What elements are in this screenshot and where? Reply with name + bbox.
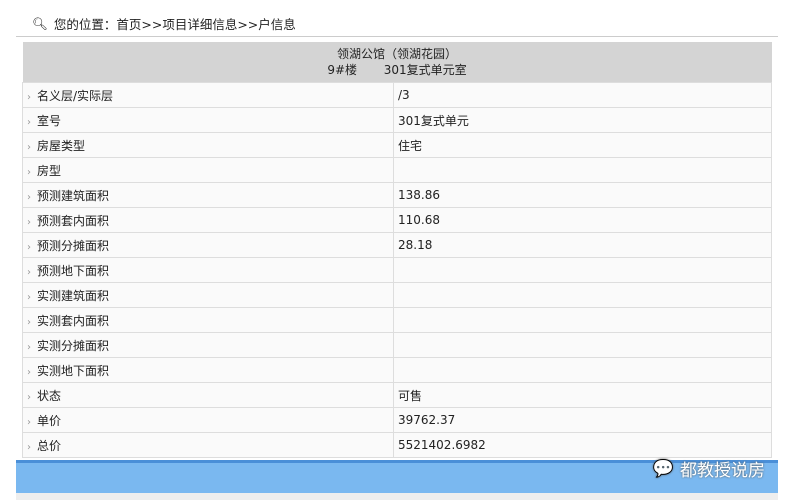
field-value: 28.18 [393,232,772,258]
field-value: 住宅 [393,132,772,158]
breadcrumb: 🔍︎ 您的位置： 首页>>项目详细信息>>户信息 [32,14,296,33]
field-label: › 名义层/实际层 [22,82,394,108]
chevron-right-icon: › [27,141,31,153]
field-value [393,307,772,333]
field-label: › 总价 [22,432,394,458]
chevron-right-icon: › [27,441,31,453]
table-row: › 实测分摊面积 [22,332,772,358]
wechat-icon: 💬 [652,458,674,479]
field-label: › 实测套内面积 [22,307,394,333]
breadcrumb-label: 您的位置： [53,17,117,32]
field-value [393,257,772,283]
table-row: › 房型 [22,157,772,183]
chevron-right-icon: › [27,116,31,128]
field-value: /3 [393,82,772,108]
field-value [393,357,772,383]
chevron-right-icon: › [27,316,31,328]
chevron-right-icon: › [27,191,31,203]
chevron-right-icon: › [27,341,31,353]
field-label-text: 室号 [37,113,62,128]
field-label: › 室号 [22,107,394,133]
chevron-right-icon: › [27,216,31,228]
field-value: 110.68 [393,207,772,233]
table-row: › 实测地下面积 [22,357,772,383]
field-value [393,157,772,183]
table-row: › 单价 39762.37 [22,407,772,433]
field-label-text: 实测套内面积 [37,313,110,328]
field-label: › 状态 [22,382,394,408]
divider [16,36,778,37]
field-label-text: 单价 [37,413,62,428]
field-value [393,282,772,308]
field-label-text: 状态 [37,388,62,403]
project-name: 领湖公馆（领湖花园） [336,47,457,61]
field-label: › 预测套内面积 [22,207,394,233]
field-label: › 房屋类型 [22,132,394,158]
table-row: › 房屋类型 住宅 [22,132,772,158]
field-label-text: 房型 [37,163,62,178]
table-row: › 室号 301复式单元 [22,107,772,133]
field-value: 5521402.6982 [393,432,772,458]
field-label-text: 实测建筑面积 [37,288,110,303]
field-value [393,332,772,358]
field-label: › 单价 [22,407,394,433]
breadcrumb-path[interactable]: 首页>>项目详细信息>>户信息 [116,14,295,33]
field-label: › 预测地下面积 [22,257,394,283]
room-name: 301复式单元室 [383,63,467,77]
table-row: › 实测套内面积 [22,307,772,333]
chevron-right-icon: › [27,366,31,378]
table-row: › 预测地下面积 [22,257,772,283]
building-name: 9#楼 [327,63,358,77]
chevron-right-icon: › [27,291,31,303]
field-value: 301复式单元 [393,107,772,133]
field-value: 138.86 [393,182,772,208]
chevron-right-icon: › [27,241,31,253]
field-label-text: 总价 [37,438,62,453]
table-row: › 总价 5521402.6982 [22,432,772,458]
chevron-right-icon: › [27,91,31,103]
unit-info-table: 领湖公馆（领湖花园） 9#楼 301复式单元室 › 名义层/实际层/3 › 室号 301… [22,42,772,458]
table-row: › 预测套内面积 110.68 [22,207,772,233]
chevron-right-icon: › [27,391,31,403]
field-value: 39762.37 [393,407,772,433]
field-label: › 房型 [22,157,394,183]
field-label: › 实测地下面积 [22,357,394,383]
chevron-right-icon: › [27,166,31,178]
field-label-text: 房屋类型 [37,138,86,153]
chevron-right-icon: › [27,416,31,428]
field-value: 可售 [393,382,772,408]
field-label: › 预测分摊面积 [22,232,394,258]
chevron-right-icon: › [27,266,31,278]
field-label-text: 实测分摊面积 [37,338,110,353]
field-label-text: 实测地下面积 [37,363,110,378]
field-label: › 实测分摊面积 [22,332,394,358]
field-label-text: 预测套内面积 [37,213,110,228]
field-label-text: 名义层/实际层 [37,88,114,103]
table-row: › 名义层/实际层/3 [22,82,772,108]
field-label: › 预测建筑面积 [22,182,394,208]
field-label-text: 预测建筑面积 [37,188,110,203]
table-row: › 预测建筑面积 138.86 [22,182,772,208]
table-row: › 预测分摊面积 28.18 [22,232,772,258]
field-label: › 实测建筑面积 [22,282,394,308]
search-key-icon: 🔍︎ [32,15,48,31]
field-label-text: 预测地下面积 [37,263,110,278]
table-row: › 状态 可售 [22,382,772,408]
table-header: 领湖公馆（领湖花园） 9#楼 301复式单元室 [22,42,772,83]
field-label-text: 预测分摊面积 [37,238,110,253]
footer-under [16,493,778,500]
watermark: 💬 都教授说房 [652,456,765,482]
watermark-text: 都教授说房 [680,461,765,481]
table-row: › 实测建筑面积 [22,282,772,308]
